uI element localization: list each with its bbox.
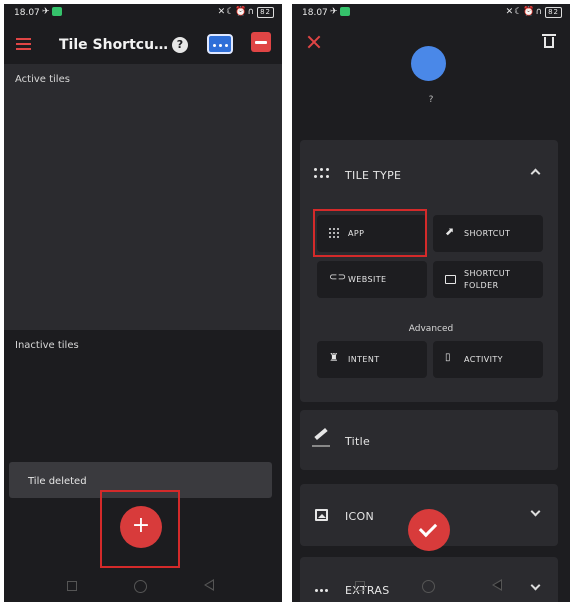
image-icon (315, 509, 328, 521)
tile-avatar[interactable] (411, 46, 446, 81)
activity-icon: ▯ (445, 352, 451, 363)
activity-button[interactable]: ▯ ACTIVITY (433, 341, 543, 378)
tile-name-label: ? (428, 95, 434, 105)
shortcut-button-label: SHORTCUT (464, 229, 511, 238)
active-tiles-section: Active tiles (4, 64, 282, 330)
airplane-icon: ✈ (330, 7, 350, 17)
folder-icon (445, 275, 456, 284)
shortcut-folder-button-label: SHORTCUT FOLDER (464, 268, 510, 292)
intent-button-label: INTENT (348, 355, 380, 364)
add-tile-button[interactable]: + (120, 506, 162, 548)
chevron-down-icon[interactable] (530, 506, 541, 517)
menu-icon[interactable] (16, 38, 31, 50)
shortcut-folder-label-line2: FOLDER (464, 281, 499, 290)
confirm-button[interactable] (408, 509, 450, 551)
shortcut-arrow-icon: ⬈ (445, 225, 455, 238)
advanced-label: Advanced (408, 324, 454, 334)
title-card[interactable]: Title (300, 410, 558, 470)
status-icons: ✕☾⏰∩ 82 (218, 7, 274, 18)
status-icons: ✕☾⏰∩ 82 (506, 7, 562, 18)
back-icon[interactable] (204, 579, 214, 591)
shortcut-button[interactable]: ⬈ SHORTCUT (433, 215, 543, 252)
app-highlight-box (313, 209, 427, 257)
status-time: 18.07 (14, 8, 40, 18)
battery-icon: 82 (545, 7, 562, 18)
tile-type-header: TILE TYPE (345, 169, 402, 182)
home-icon[interactable] (134, 580, 147, 593)
left-phone-screen: 18.07 ✈ ✕☾⏰∩ 82 Tile Shortcu… ? Active ti… (4, 4, 282, 602)
battery-icon: 82 (257, 7, 274, 18)
back-icon[interactable] (492, 579, 502, 591)
inactive-tiles-label: Inactive tiles (15, 340, 79, 351)
quick-tile-icon[interactable] (207, 34, 233, 54)
activity-button-label: ACTIVITY (464, 355, 503, 364)
airplane-icon: ✈ (42, 7, 62, 17)
active-tiles-label: Active tiles (15, 74, 70, 85)
icon-label: ICON (345, 510, 375, 523)
chevron-up-icon[interactable] (530, 168, 541, 179)
intent-button[interactable]: ♜ INTENT (317, 341, 427, 378)
message-icon (51, 7, 62, 16)
status-time: 18.07 (302, 8, 328, 18)
tile-type-grid-icon (314, 168, 330, 180)
recents-icon[interactable] (355, 581, 365, 591)
snackbar-message: Tile deleted (28, 476, 87, 487)
system-nav-bar (292, 572, 570, 602)
app-title: Tile Shortcu… (59, 37, 169, 53)
recents-icon[interactable] (67, 581, 77, 591)
close-icon[interactable] (306, 34, 322, 50)
status-bar: 18.07 ✈ ✕☾⏰∩ 82 (4, 4, 282, 22)
help-icon[interactable]: ? (172, 37, 188, 53)
link-icon: ⊂⊃ (329, 272, 347, 283)
right-phone-screen: 18.07 ✈ ✕☾⏰∩ 82 ? TILE TYPE APP ⬈ SHORTCU… (292, 4, 570, 602)
android-icon: ♜ (329, 351, 340, 364)
shortcut-folder-button[interactable]: SHORTCUT FOLDER (433, 261, 543, 298)
shortcut-folder-label-line1: SHORTCUT (464, 269, 511, 278)
system-nav-bar (4, 572, 282, 602)
app-bar: Tile Shortcu… ? (4, 28, 282, 64)
pencil-underline (312, 445, 330, 447)
website-button-label: WEBSITE (348, 275, 387, 284)
website-button[interactable]: ⊂⊃ WEBSITE (317, 261, 427, 298)
status-bar: 18.07 ✈ ✕☾⏰∩ 82 (292, 4, 570, 22)
message-icon (339, 7, 350, 16)
home-icon[interactable] (422, 580, 435, 593)
title-label: Title (345, 435, 371, 448)
shortcut-tile-icon[interactable] (251, 32, 271, 52)
delete-icon[interactable] (542, 34, 556, 48)
